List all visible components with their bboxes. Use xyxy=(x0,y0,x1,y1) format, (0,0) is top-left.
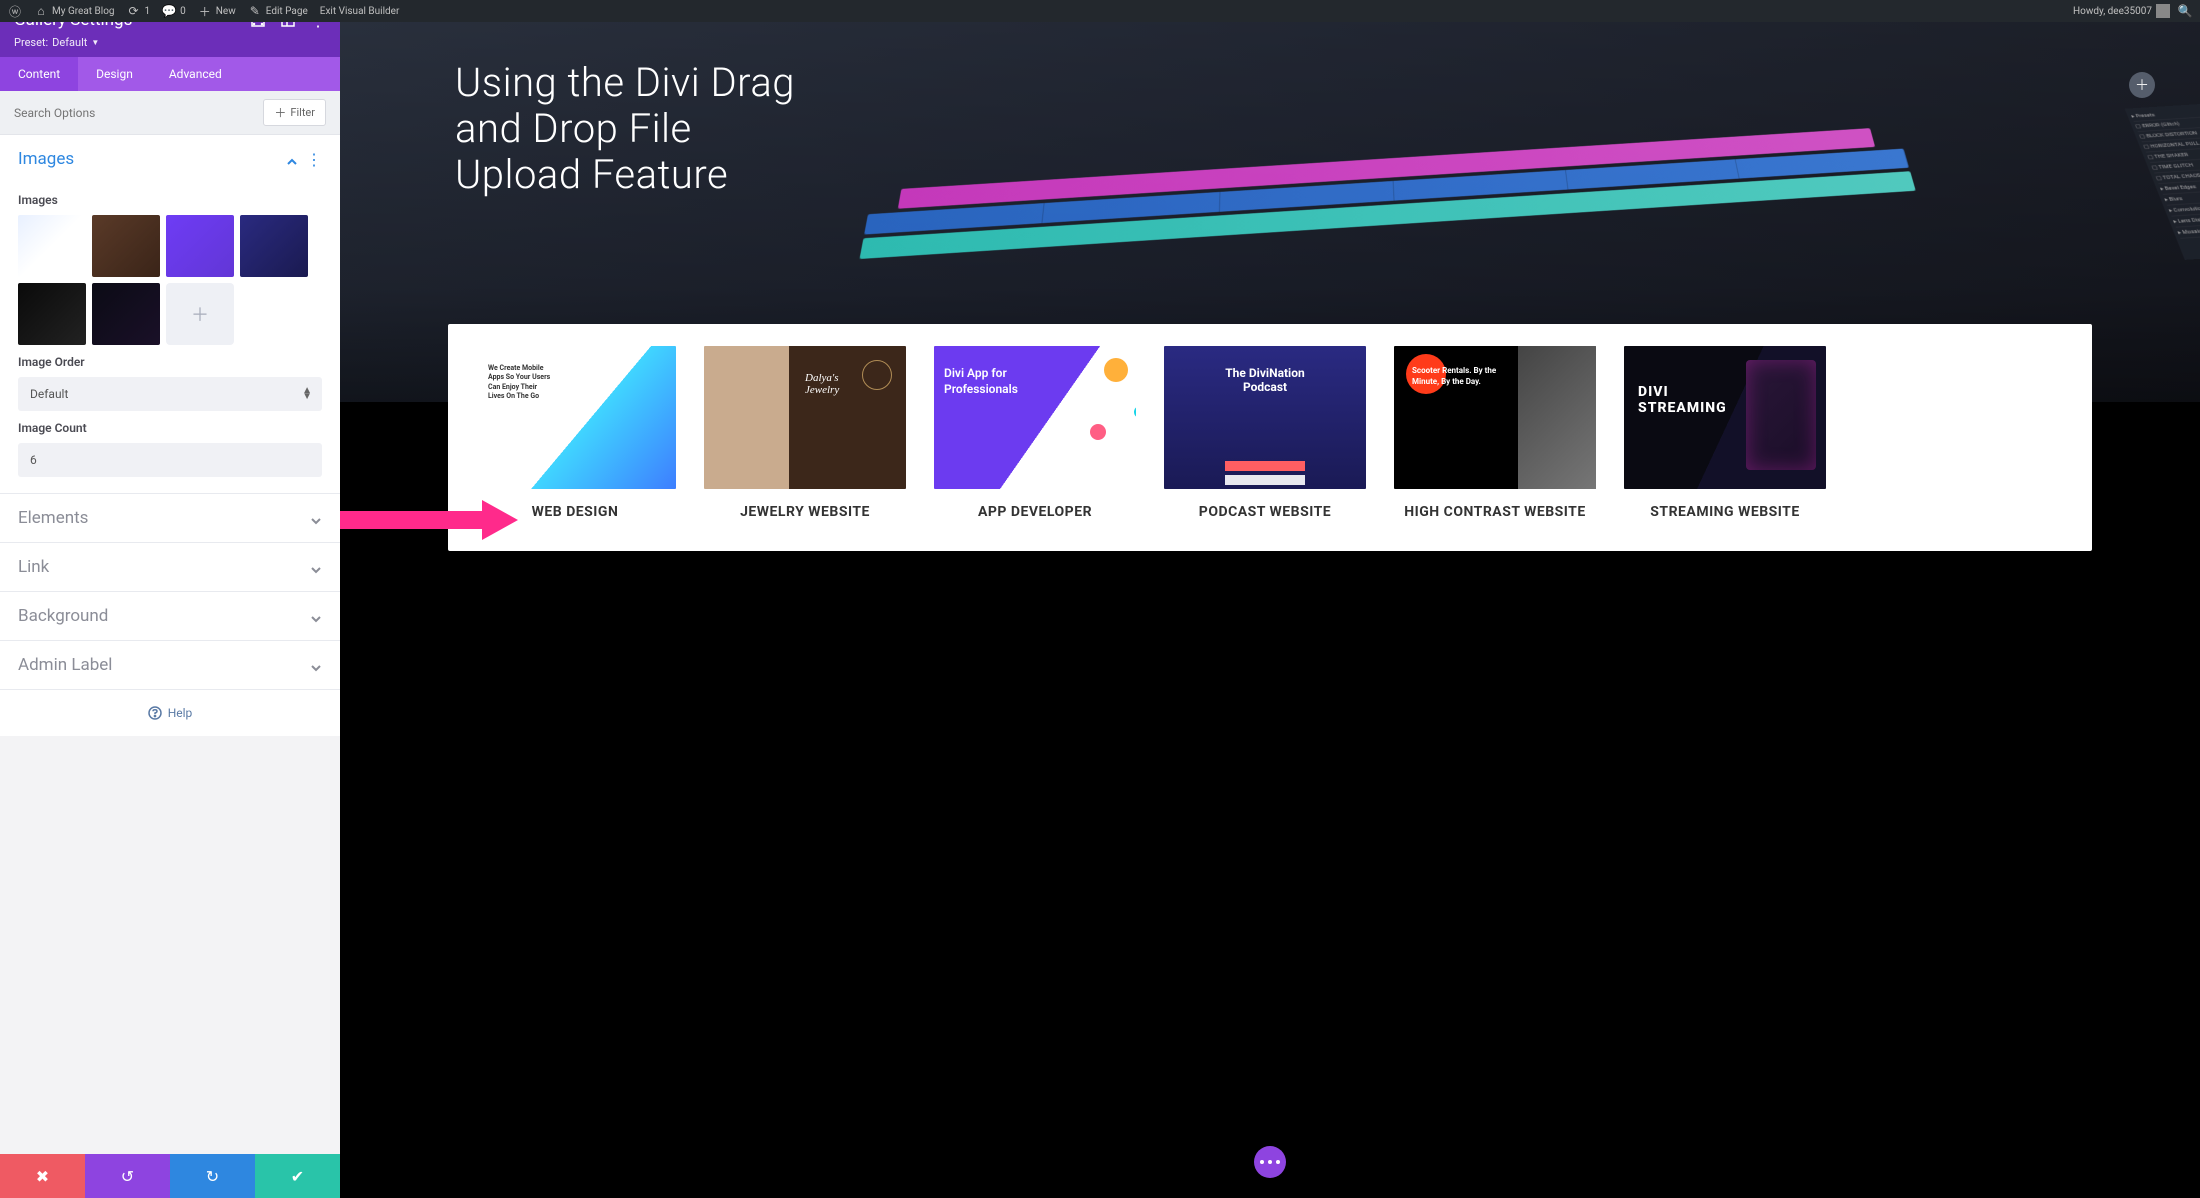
wp-admin-bar: ⓦ ⌂My Great Blog ⟳1 💬0 ＋New ✎Edit Page E… xyxy=(0,0,2200,22)
cancel-button[interactable]: ✖ xyxy=(0,1154,85,1198)
builder-fab[interactable] xyxy=(1254,1146,1286,1178)
select-carets-icon: ▲▼ xyxy=(302,388,312,400)
wp-logo[interactable]: ⓦ xyxy=(8,4,22,18)
section-elements: Elements xyxy=(0,494,340,543)
chevron-down-icon xyxy=(310,659,322,671)
gallery-thumb[interactable] xyxy=(18,215,86,277)
section-more-icon[interactable]: ⋮ xyxy=(306,150,322,169)
gallery-item[interactable]: Divi App for Professionals APP DEVELOPER xyxy=(934,346,1136,521)
gallery-item-label: PODCAST WEBSITE xyxy=(1164,503,1366,521)
image-count-input[interactable] xyxy=(18,443,322,477)
gallery-image: DIVI STREAMING xyxy=(1624,346,1826,489)
gallery-image: The DiviNation Podcast xyxy=(1164,346,1366,489)
gallery-thumb[interactable] xyxy=(92,215,160,277)
gallery-item-label: WEB DESIGN xyxy=(474,503,676,521)
help-icon xyxy=(148,706,162,720)
gallery-thumb[interactable] xyxy=(240,215,308,277)
exit-visual-builder[interactable]: Exit Visual Builder xyxy=(320,6,400,17)
search-input[interactable] xyxy=(14,106,263,120)
images-field-label: Images xyxy=(18,193,322,207)
section-admin-label-header[interactable]: Admin Label xyxy=(0,641,340,689)
new-link[interactable]: ＋New xyxy=(198,4,236,18)
settings-panel: Gallery Settings ⋮ Preset: Default ▼ Con… xyxy=(0,0,340,1198)
tab-content[interactable]: Content xyxy=(0,57,78,91)
redo-button[interactable]: ↻ xyxy=(170,1154,255,1198)
gallery-item-label: APP DEVELOPER xyxy=(934,503,1136,521)
gallery-module: We Create Mobile Apps So Your Users Can … xyxy=(448,324,2092,551)
section-link-header[interactable]: Link xyxy=(0,543,340,591)
gallery-item[interactable]: We Create Mobile Apps So Your Users Can … xyxy=(474,346,676,521)
gallery-item[interactable]: Dalya's Jewelry JEWELRY WEBSITE xyxy=(704,346,906,521)
site-link[interactable]: ⌂My Great Blog xyxy=(34,4,115,18)
panel-body: Images ⋮ Images ＋ Image Order xyxy=(0,135,340,1154)
chevron-up-icon xyxy=(286,153,298,165)
gallery-thumb[interactable] xyxy=(92,283,160,345)
chevron-down-icon xyxy=(310,512,322,524)
avatar xyxy=(2156,4,2170,18)
section-images: Images ⋮ Images ＋ Image Order xyxy=(0,135,340,494)
section-admin-label: Admin Label xyxy=(0,641,340,690)
gallery-thumb[interactable] xyxy=(18,283,86,345)
bottom-actions: ✖ ↺ ↻ ✔ xyxy=(0,1154,340,1198)
gallery-item[interactable]: The DiviNation Podcast PODCAST WEBSITE xyxy=(1164,346,1366,521)
gallery-item[interactable]: DIVI STREAMING STREAMING WEBSITE xyxy=(1624,346,1826,521)
comments-link[interactable]: 💬0 xyxy=(162,4,186,18)
section-background-header[interactable]: Background xyxy=(0,592,340,640)
tab-design[interactable]: Design xyxy=(78,57,151,91)
section-background: Background xyxy=(0,592,340,641)
gallery-item[interactable]: Scooter Rentals. By the Minute, By the D… xyxy=(1394,346,1596,521)
save-button[interactable]: ✔ xyxy=(255,1154,340,1198)
search-icon[interactable]: 🔍 xyxy=(2178,4,2192,18)
gallery-item-label: STREAMING WEBSITE xyxy=(1624,503,1826,521)
search-filter-row: ＋Filter xyxy=(0,91,340,135)
chevron-down-icon xyxy=(310,610,322,622)
page-preview: Using the Divi Drag and Drop File Upload… xyxy=(340,22,2200,1198)
howdy-user[interactable]: Howdy, dee35007 xyxy=(2073,4,2170,18)
image-grid: ＋ xyxy=(18,215,322,345)
updates-link[interactable]: ⟳1 xyxy=(127,4,151,18)
help-link[interactable]: Help xyxy=(0,690,340,736)
gallery-image: Dalya's Jewelry xyxy=(704,346,906,489)
filter-button[interactable]: ＋Filter xyxy=(263,99,326,126)
chevron-down-icon: ▼ xyxy=(91,38,99,47)
edit-page-link[interactable]: ✎Edit Page xyxy=(248,4,308,18)
add-section-button[interactable]: ＋ xyxy=(2129,72,2155,98)
chevron-down-icon xyxy=(310,561,322,573)
image-order-label: Image Order xyxy=(18,355,322,369)
section-elements-header[interactable]: Elements xyxy=(0,494,340,542)
settings-tabs: Content Design Advanced xyxy=(0,57,340,91)
image-count-label: Image Count xyxy=(18,421,322,435)
gallery-image: Divi App for Professionals xyxy=(934,346,1136,489)
gallery-item-label: JEWELRY WEBSITE xyxy=(704,503,906,521)
add-image-button[interactable]: ＋ xyxy=(166,283,234,345)
gallery-image: We Create Mobile Apps So Your Users Can … xyxy=(474,346,676,489)
hero-title: Using the Divi Drag and Drop File Upload… xyxy=(455,60,795,198)
image-order-select[interactable]: Default xyxy=(18,377,322,411)
gallery-item-label: HIGH CONTRAST WEBSITE xyxy=(1394,503,1596,521)
section-images-header[interactable]: Images ⋮ xyxy=(0,135,340,183)
tab-advanced[interactable]: Advanced xyxy=(151,57,240,91)
section-link: Link xyxy=(0,543,340,592)
undo-button[interactable]: ↺ xyxy=(85,1154,170,1198)
preset-selector[interactable]: Preset: Default ▼ xyxy=(14,36,326,49)
gallery-thumb[interactable] xyxy=(166,215,234,277)
gallery-image: Scooter Rentals. By the Minute, By the D… xyxy=(1394,346,1596,489)
